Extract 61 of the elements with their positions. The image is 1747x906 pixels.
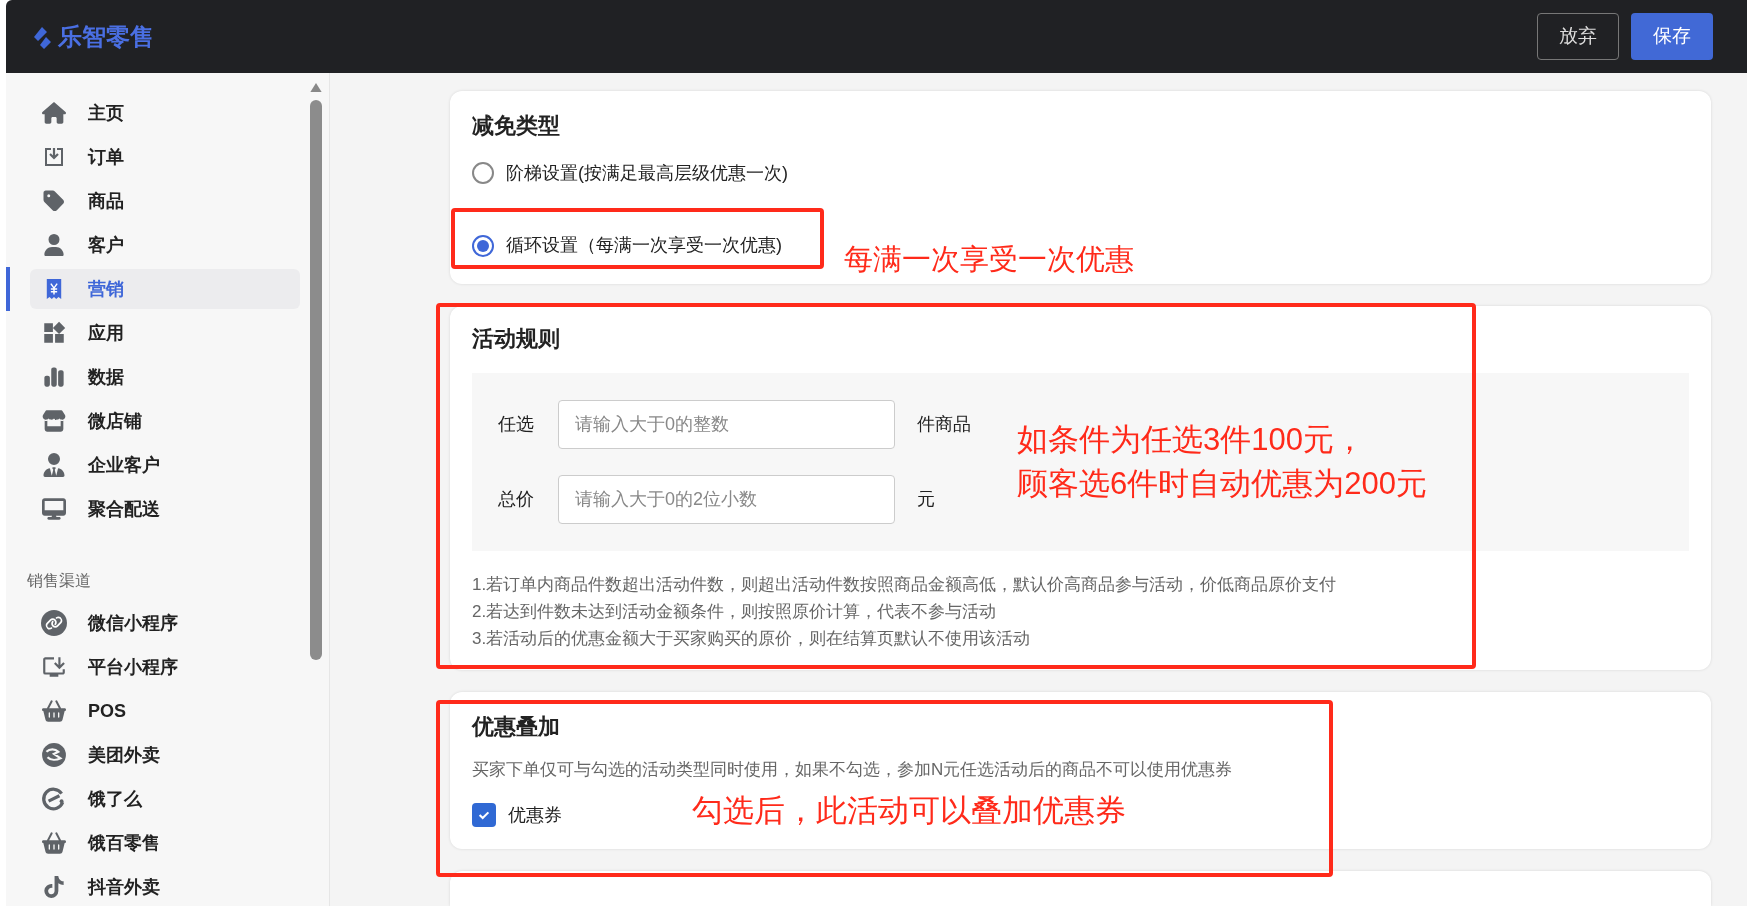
store-icon [42, 409, 66, 433]
description-text: 买家下单仅可与勾选的活动类型同时使用，如果不勾选，参加N元任选活动后的商品不可以使用优惠券 [472, 758, 1233, 781]
sidebar-item[interactable]: 客户 [30, 225, 300, 265]
radio-unselected[interactable] [472, 162, 494, 184]
widgets-icon [41, 320, 67, 346]
sidebar-item[interactable]: 营销 [30, 269, 300, 309]
discard-button[interactable]: 放弃 [1537, 13, 1619, 60]
sidebar-item[interactable]: 数据 [30, 357, 300, 397]
tag-icon [42, 189, 66, 213]
radio-option[interactable]: 循环设置（每满一次享受一次优惠) [472, 224, 782, 267]
music-note-icon [43, 876, 65, 898]
sidebar-item[interactable]: 饿百零售 [30, 823, 300, 863]
receipt-icon [45, 278, 63, 300]
download-tray-icon [42, 145, 66, 169]
note-text: 1.若订单内商品件数超出活动件数，则超出活动件数按照商品金额高低，默认价高商品参与活动，价低商品原价支付 [472, 573, 1337, 596]
sidebar-item[interactable]: 抖音外卖 [30, 867, 300, 906]
shopping-bag-icon [42, 699, 66, 723]
kangaroo-circle-icon [41, 742, 67, 768]
app-logo: 乐智零售 [58, 21, 154, 52]
sidebar-item[interactable]: 平台小程序 [30, 647, 300, 687]
home-icon [42, 101, 66, 125]
annotation-text: 勾选后，此活动可以叠加优惠券 [692, 792, 1126, 830]
section-title: 优惠叠加 [472, 712, 560, 741]
input-field[interactable]: 请输入大于0的整数 [558, 399, 895, 449]
note-text: 3.若活动后的优惠金额大于买家购买的原价，则在结算页默认不使用该活动 [472, 627, 1031, 650]
field-label: 总价 [498, 487, 535, 511]
sidebar-item[interactable]: 应用 [30, 313, 300, 353]
basket-icon [42, 831, 66, 855]
sidebar-item[interactable]: 企业客户 [30, 445, 300, 485]
field-label: 任选 [498, 412, 535, 436]
sidebar-item[interactable]: 微店铺 [30, 401, 300, 441]
e-logo-icon [41, 786, 67, 812]
sidebar-item[interactable]: 美团外卖 [30, 735, 300, 775]
unit-label: 件商品 [917, 412, 972, 436]
section-title: 减免类型 [472, 112, 560, 140]
annotation-text: 如条件为任选3件100元， 顾客选6件时自动优惠为200元 [1017, 420, 1427, 503]
sidebar-item[interactable]: 微信小程序 [30, 603, 300, 643]
scrollbar-thumb[interactable] [310, 100, 322, 660]
annotation-text: 每满一次享受一次优惠 [844, 242, 1134, 277]
checkbox-checked[interactable] [472, 803, 496, 828]
sidebar-item[interactable]: 主页 [30, 93, 300, 133]
sidebar-item[interactable]: 订单 [30, 137, 300, 177]
active-indicator [6, 267, 10, 311]
scroll-up-icon[interactable] [310, 83, 322, 92]
sidebar-item[interactable]: 聚合配送 [30, 489, 300, 529]
radio-selected[interactable] [472, 234, 494, 257]
sidebar-item[interactable]: 饿了么 [30, 779, 300, 819]
note-text: 2.若达到件数未达到活动金额条件，则按照原价计算，代表不参与活动 [472, 600, 997, 623]
bar-chart-icon [43, 366, 65, 388]
save-button[interactable]: 保存 [1631, 13, 1713, 60]
business-user-icon [42, 453, 66, 477]
monitor-icon [42, 497, 66, 521]
checkbox-option[interactable]: 优惠券 [472, 801, 562, 829]
input-field[interactable]: 请输入大于0的2位小数 [558, 474, 895, 524]
sidebar-item[interactable]: POS [30, 691, 300, 731]
sidebar-item[interactable]: 商品 [30, 181, 300, 221]
section-title: 活动规则 [472, 324, 560, 353]
radio-option[interactable]: 阶梯设置(按满足最高层级优惠一次) [472, 152, 788, 194]
section-label: 销售渠道 [27, 571, 91, 591]
unit-label: 元 [917, 487, 936, 511]
user-icon [43, 234, 65, 256]
